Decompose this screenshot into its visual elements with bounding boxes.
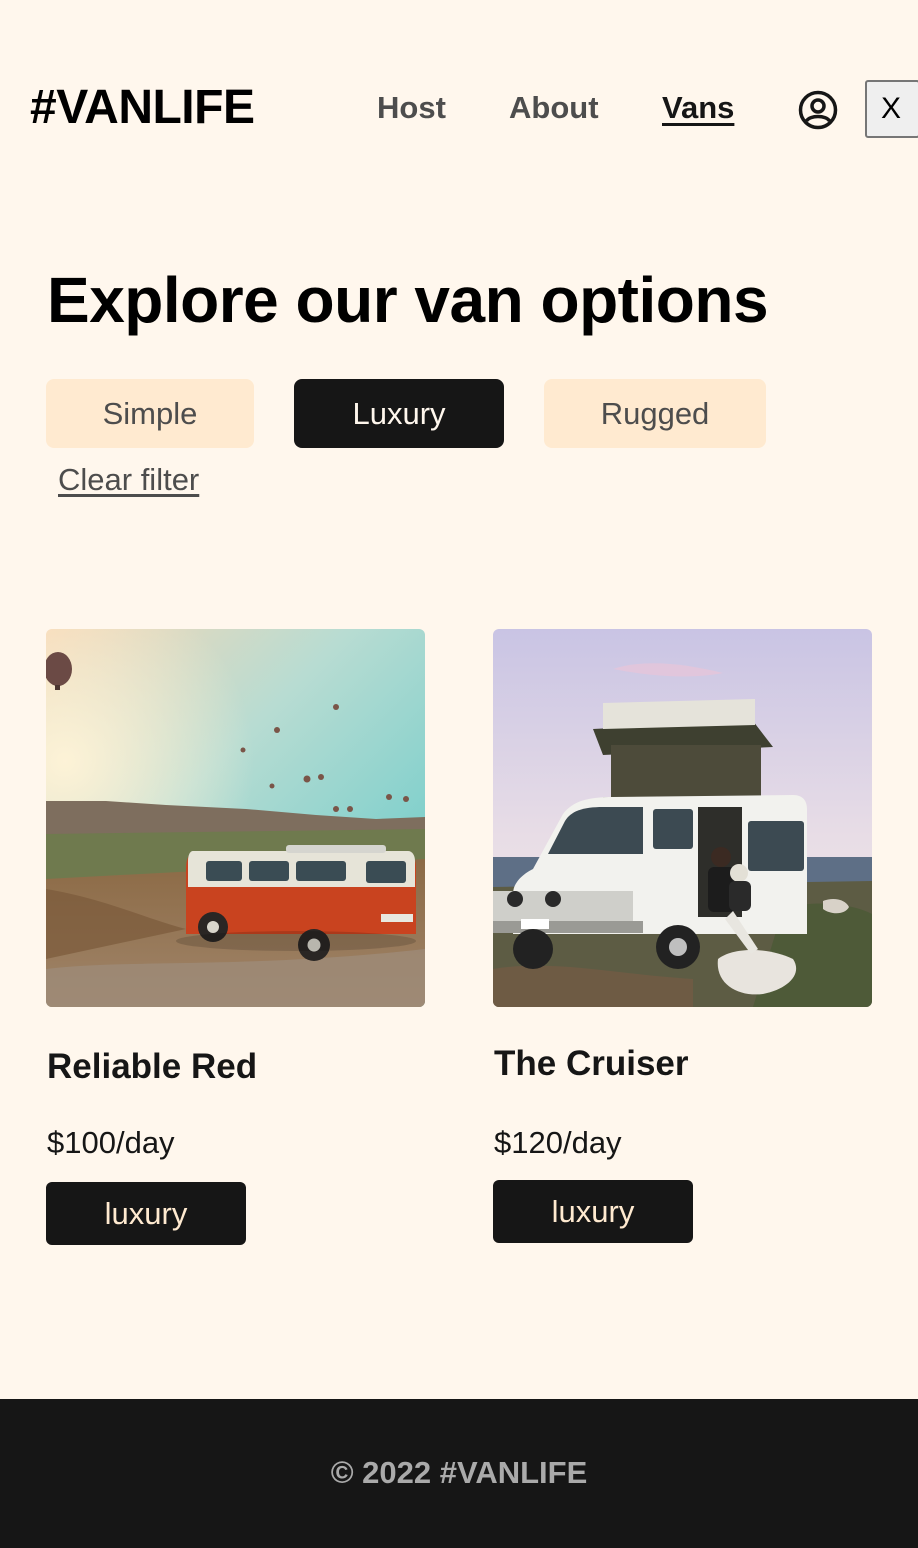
filter-rugged-button[interactable]: Rugged	[544, 379, 766, 448]
van-name: Reliable Red	[47, 1047, 258, 1086]
van-name: The Cruiser	[494, 1044, 689, 1083]
van-price: $100/day	[47, 1125, 175, 1160]
nav-link-host[interactable]: Host	[377, 88, 446, 128]
filter-simple-button[interactable]: Simple	[46, 379, 254, 448]
page-title: Explore our van options	[47, 264, 769, 336]
van-type-badge[interactable]: luxury	[46, 1182, 246, 1245]
nav-link-about[interactable]: About	[509, 88, 599, 128]
site-header: #VANLIFE Host About Vans X	[0, 0, 918, 220]
van-card[interactable]: The Cruiser $120/day luxury	[493, 629, 873, 1249]
site-footer: © 2022 #VANLIFE	[0, 1399, 918, 1548]
van-price: $120/day	[494, 1125, 622, 1160]
user-circle-icon[interactable]	[797, 89, 839, 131]
van-type-badge[interactable]: luxury	[493, 1180, 693, 1243]
footer-copyright: © 2022 #VANLIFE	[330, 1455, 588, 1490]
clear-filter-link[interactable]: Clear filter	[58, 460, 199, 500]
site-logo[interactable]: #VANLIFE	[30, 78, 255, 138]
van-image[interactable]	[493, 629, 872, 1007]
van-card[interactable]: Reliable Red $100/day luxury	[46, 629, 426, 1249]
van-image[interactable]	[46, 629, 425, 1007]
filter-luxury-button[interactable]: Luxury	[294, 379, 504, 448]
nav-link-vans[interactable]: Vans	[662, 88, 734, 128]
close-button[interactable]: X	[865, 80, 918, 138]
